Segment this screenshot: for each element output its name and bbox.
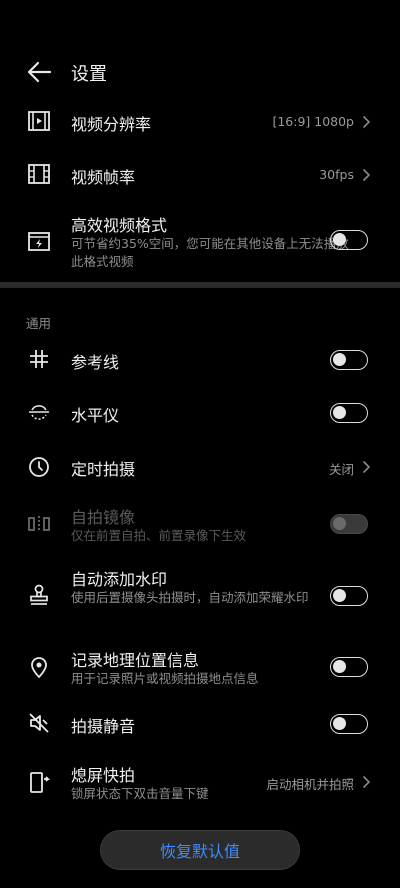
gridlines-toggle[interactable] <box>330 350 368 370</box>
section-divider <box>0 282 400 288</box>
row-value: 启动相机并拍照 <box>266 777 354 792</box>
shooting-mute-toggle[interactable] <box>330 714 368 734</box>
row-selfie-mirror: 自拍镜像 仅在前置自拍、前置录像下生效 <box>0 504 400 548</box>
section-header-general: 通用 <box>26 316 52 331</box>
row-location-info[interactable]: 记录地理位置信息 用于记录照片或视频拍摄地点信息 <box>0 647 400 691</box>
row-video-framerate[interactable]: 视频帧率 30fps <box>0 161 400 189</box>
row-description: 可节省约35%空间，您可能在其他设备上无法播放此格式视频 <box>71 236 349 269</box>
row-label: 记录地理位置信息 <box>71 651 200 670</box>
video-resolution-icon <box>26 108 52 134</box>
location-pin-icon <box>26 654 52 680</box>
row-label: 视频分辨率 <box>71 115 152 134</box>
page-title: 设置 <box>71 64 107 85</box>
efficient-format-toggle[interactable] <box>330 230 368 250</box>
mirror-icon <box>26 511 52 537</box>
chevron-right-icon <box>362 168 371 182</box>
grid-icon <box>26 346 52 372</box>
location-toggle[interactable] <box>330 657 368 677</box>
chevron-right-icon <box>362 460 371 474</box>
video-format-icon <box>26 228 52 254</box>
row-label: 自动添加水印 <box>71 570 168 589</box>
row-label: 自拍镜像 <box>71 508 136 527</box>
header: 设置 <box>0 52 400 92</box>
stamp-icon <box>26 582 52 608</box>
chevron-right-icon <box>362 775 371 789</box>
row-description: 仅在前置自拍、前置录像下生效 <box>71 528 247 543</box>
phone-quick-snap-icon <box>26 769 52 795</box>
row-efficient-video-format[interactable]: 高效视频格式 可节省约35%空间，您可能在其他设备上无法播放此格式视频 <box>0 212 400 272</box>
row-label: 拍摄静音 <box>71 717 136 736</box>
level-toggle[interactable] <box>330 403 368 423</box>
row-description: 使用后置摄像头拍摄时，自动添加荣耀水印 <box>71 590 309 605</box>
row-label: 熄屏快拍 <box>71 766 136 785</box>
row-value: [16:9] 1080p <box>272 114 354 129</box>
restore-defaults-button[interactable]: 恢复默认值 <box>100 830 300 870</box>
row-label: 视频帧率 <box>71 168 136 187</box>
row-gridlines[interactable]: 参考线 <box>0 346 400 374</box>
level-icon <box>26 399 52 425</box>
back-arrow-icon[interactable] <box>26 60 52 84</box>
speaker-mute-icon <box>26 710 52 736</box>
row-timer[interactable]: 定时拍摄 关闭 <box>0 453 400 481</box>
row-label: 参考线 <box>71 353 120 372</box>
selfie-mirror-toggle <box>330 514 368 534</box>
row-label: 定时拍摄 <box>71 460 136 479</box>
row-value: 关闭 <box>328 462 354 477</box>
row-label: 水平仪 <box>71 406 120 425</box>
row-description: 用于记录照片或视频拍摄地点信息 <box>71 671 259 686</box>
film-icon <box>26 161 52 187</box>
auto-watermark-toggle[interactable] <box>330 586 368 606</box>
row-level[interactable]: 水平仪 <box>0 399 400 427</box>
row-video-resolution[interactable]: 视频分辨率 [16:9] 1080p <box>0 108 400 136</box>
row-auto-watermark[interactable]: 自动添加水印 使用后置摄像头拍摄时，自动添加荣耀水印 <box>0 566 400 628</box>
row-shooting-mute[interactable]: 拍摄静音 <box>0 710 400 738</box>
row-label: 高效视频格式 <box>71 216 168 235</box>
chevron-right-icon <box>362 115 371 129</box>
row-quick-snap[interactable]: 熄屏快拍 锁屏状态下双击音量下键 启动相机并拍照 <box>0 762 400 806</box>
row-value: 30fps <box>319 167 354 182</box>
timer-icon <box>26 453 52 479</box>
